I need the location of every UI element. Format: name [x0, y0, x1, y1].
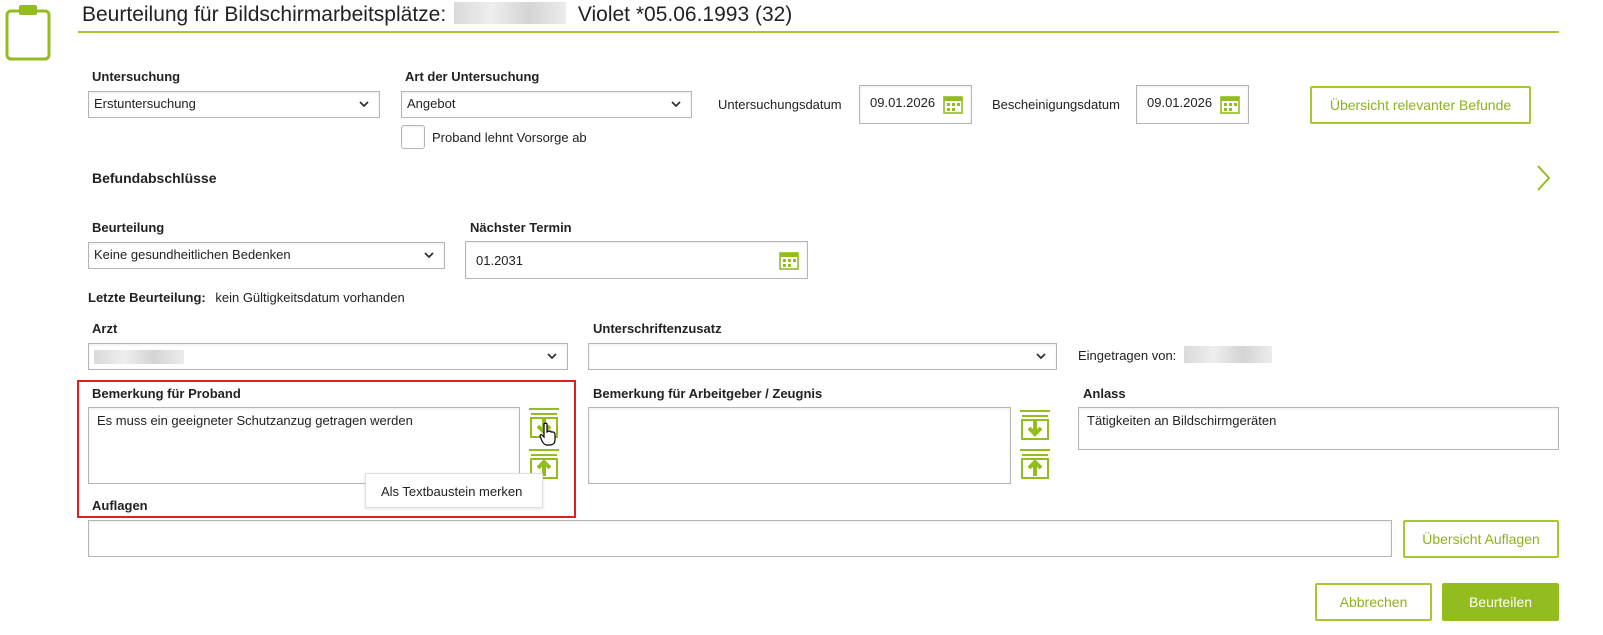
unterschriftenzusatz-select[interactable] [588, 343, 1057, 370]
untersuchung-value: Erstuntersuchung [94, 96, 196, 111]
text-block-download-icon[interactable] [1019, 409, 1051, 441]
chevron-down-icon [424, 252, 434, 259]
art-select[interactable]: Angebot [401, 91, 692, 118]
letzte-beurteilung-value: kein Gültigkeitsdatum vorhanden [215, 290, 405, 305]
untersuchung-select[interactable]: Erstuntersuchung [88, 91, 380, 118]
anlass-textarea[interactable]: Tätigkeiten an Bildschirmgeräten [1078, 407, 1559, 450]
beurteilung-value: Keine gesundheitlichen Bedenken [94, 247, 291, 262]
chevron-down-icon [359, 101, 369, 108]
art-label: Art der Untersuchung [405, 69, 540, 84]
calendar-icon[interactable] [779, 250, 799, 270]
art-value: Angebot [407, 96, 456, 111]
bescheinigungsdatum-field[interactable]: 09.01.2026 [1136, 85, 1249, 124]
untersuchungsdatum-label: Untersuchungsdatum [718, 97, 842, 112]
naechster-termin-value: 01.2031 [476, 253, 523, 268]
beurteilung-label: Beurteilung [92, 220, 165, 235]
untersuchungsdatum-field[interactable]: 09.01.2026 [859, 85, 972, 124]
anlass-value: Tätigkeiten an Bildschirmgeräten [1087, 413, 1277, 428]
clipboard-icon [4, 2, 52, 62]
calendar-icon[interactable] [1220, 94, 1240, 114]
chevron-down-icon [671, 101, 681, 108]
decline-checkbox-label: Proband lehnt Vorsorge ab [432, 130, 587, 145]
cancel-button[interactable]: Abbrechen [1315, 583, 1432, 621]
auflagen-overview-button[interactable]: Übersicht Auflagen [1403, 520, 1559, 558]
arzt-select[interactable] [88, 343, 568, 370]
untersuchungsdatum-value: 09.01.2026 [870, 95, 936, 110]
bescheinigungsdatum-label: Bescheinigungsdatum [992, 97, 1120, 112]
chevron-down-icon [547, 353, 557, 360]
letzte-beurteilung: Letzte Beurteilung: kein Gültigkeitsdatu… [88, 290, 405, 305]
chevron-down-icon [1036, 353, 1046, 360]
patient-name: Violet *05.06.1993 (32) [577, 3, 793, 26]
calendar-icon[interactable] [943, 94, 963, 114]
auflagen-input[interactable] [88, 520, 1392, 557]
naechster-termin-label: Nächster Termin [470, 220, 572, 235]
text-block-upload-icon[interactable] [1019, 448, 1051, 480]
bemerkung-arbeitgeber-textarea[interactable] [588, 407, 1011, 484]
bemerkung-arbeitgeber-label: Bemerkung für Arbeitgeber / Zeugnis [593, 386, 823, 401]
decline-checkbox[interactable] [401, 125, 425, 149]
title-prefix: Beurteilung für Bildschirmarbeitsplätze: [82, 3, 447, 26]
untersuchung-label: Untersuchung [92, 69, 181, 84]
beurteilung-select[interactable]: Keine gesundheitlichen Bedenken [88, 242, 445, 269]
redacted-name [454, 2, 567, 24]
anlass-label: Anlass [1083, 386, 1126, 401]
submit-button[interactable]: Beurteilen [1442, 583, 1559, 621]
redacted-author [1184, 346, 1272, 363]
bescheinigungsdatum-value: 09.01.2026 [1147, 95, 1213, 110]
arzt-label: Arzt [92, 321, 118, 336]
highlight-box [77, 380, 576, 518]
naechster-termin-field[interactable]: 01.2031 [465, 241, 808, 279]
chevron-right-icon[interactable] [1533, 163, 1553, 193]
unterschriftenzusatz-label: Unterschriftenzusatz [593, 321, 722, 336]
befundabschluesse-title: Befundabschlüsse [92, 170, 217, 186]
page-title: Beurteilung für Bildschirmarbeitsplätze:… [82, 2, 792, 27]
letzte-beurteilung-label: Letzte Beurteilung: [88, 290, 206, 305]
befunde-overview-button[interactable]: Übersicht relevanter Befunde [1310, 86, 1531, 124]
redacted-doctor [94, 350, 184, 364]
title-underline [78, 31, 1559, 33]
eingetragen-von-label: Eingetragen von: [1078, 348, 1177, 363]
